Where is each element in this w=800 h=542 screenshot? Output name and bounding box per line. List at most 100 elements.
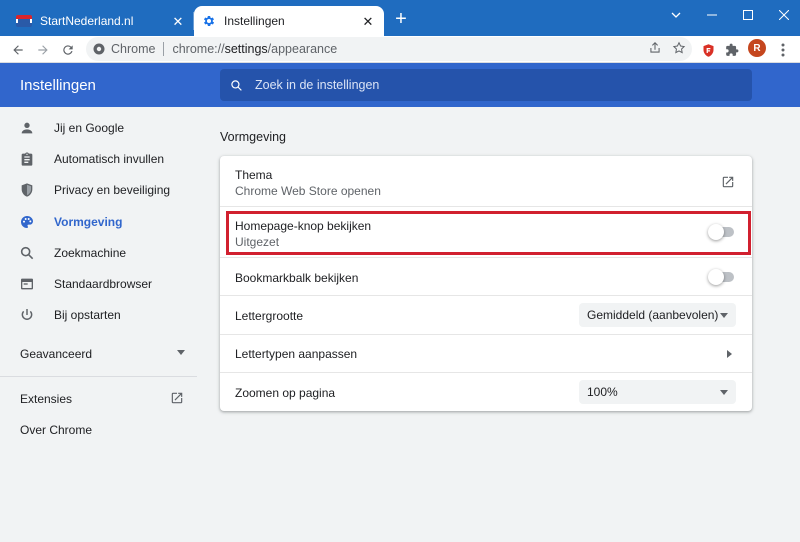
minimize-icon bbox=[707, 14, 717, 16]
search-icon bbox=[19, 245, 35, 261]
browser-window-icon bbox=[19, 276, 35, 292]
minimize-button[interactable] bbox=[694, 0, 730, 30]
chevron-right-icon bbox=[727, 350, 732, 358]
sidebar-divider bbox=[0, 376, 197, 377]
shield-icon bbox=[19, 182, 35, 198]
sidebar-item-label: Vormgeving bbox=[54, 215, 123, 229]
chrome-chip: Chrome bbox=[111, 42, 156, 56]
homepage-label: Homepage-knop bekijken bbox=[235, 219, 372, 233]
sidebar-item-zoekmachine[interactable]: Zoekmachine bbox=[0, 238, 200, 268]
settings-header: Instellingen bbox=[0, 63, 800, 107]
sidebar-item-automatisch-invullen[interactable]: Automatisch invullen bbox=[0, 144, 200, 174]
forward-button[interactable] bbox=[32, 39, 54, 61]
reload-icon bbox=[63, 45, 73, 55]
sidebar-item-over-chrome[interactable]: Over Chrome bbox=[20, 423, 92, 437]
chevron-down-icon bbox=[177, 350, 185, 355]
open-in-new-icon[interactable] bbox=[721, 175, 735, 189]
bookmarks-toggle[interactable] bbox=[708, 269, 734, 285]
page-zoom-label: Zoomen op pagina bbox=[235, 386, 336, 400]
sidebar-item-label: Zoekmachine bbox=[54, 246, 127, 260]
font-size-select[interactable]: Gemiddeld (aanbevolen) bbox=[579, 303, 736, 327]
tab-search-button[interactable] bbox=[658, 0, 694, 30]
tab-title: Instellingen bbox=[224, 14, 285, 28]
sidebar-item-label: Bij opstarten bbox=[54, 308, 121, 322]
sidebar-item-label: Jij en Google bbox=[54, 121, 125, 135]
omnibox-divider bbox=[163, 42, 165, 56]
customize-fonts-row[interactable]: Lettertypen aanpassen bbox=[220, 335, 752, 372]
profile-avatar[interactable]: R bbox=[748, 39, 766, 57]
maximize-button[interactable] bbox=[730, 0, 766, 30]
startnederland-favicon bbox=[16, 15, 32, 27]
arrow-left-icon bbox=[13, 45, 23, 55]
theme-sublabel: Chrome Web Store openen bbox=[235, 184, 381, 198]
url-host: settings bbox=[224, 42, 268, 56]
back-button[interactable] bbox=[7, 39, 29, 61]
dropdown-arrow-icon bbox=[720, 390, 728, 395]
chevron-down-icon bbox=[671, 12, 681, 18]
open-in-new-icon[interactable] bbox=[170, 391, 184, 405]
close-window-button[interactable] bbox=[766, 0, 800, 30]
close-icon bbox=[779, 10, 789, 20]
palette-icon bbox=[19, 214, 35, 230]
address-bar[interactable]: Chrome chrome://settings/appearance bbox=[86, 37, 692, 61]
bookmarks-bar-row[interactable]: Bookmarkbalk bekijken bbox=[220, 258, 752, 295]
page-title: Instellingen bbox=[20, 77, 96, 94]
power-icon bbox=[19, 307, 35, 323]
settings-gear-icon bbox=[202, 14, 216, 28]
tab-startnederland[interactable]: StartNederland.nl ✕ bbox=[8, 6, 194, 36]
sidebar-item-label: Standaardbrowser bbox=[54, 277, 153, 291]
page-zoom-row: Zoomen op pagina 100% bbox=[220, 373, 752, 411]
sidebar-item-standaardbrowser[interactable]: Standaardbrowser bbox=[0, 269, 200, 299]
toggle-knob bbox=[708, 269, 724, 285]
font-size-label: Lettergrootte bbox=[235, 309, 304, 323]
sidebar-item-jij-en-google[interactable]: Jij en Google bbox=[0, 113, 200, 143]
share-icon[interactable] bbox=[648, 41, 662, 55]
sidebar-item-bij-opstarten[interactable]: Bij opstarten bbox=[0, 300, 200, 330]
tab-strip: StartNederland.nl ✕ Instellingen ✕ + bbox=[0, 0, 800, 36]
sidebar-item-label: Privacy en beveiliging bbox=[54, 183, 171, 197]
bookmarks-label: Bookmarkbalk bekijken bbox=[235, 271, 359, 285]
tab-instellingen[interactable]: Instellingen ✕ bbox=[194, 6, 384, 36]
shield-extension-icon bbox=[703, 43, 713, 57]
theme-label: Thema bbox=[235, 168, 273, 182]
theme-row[interactable]: Thema Chrome Web Store openen bbox=[220, 156, 752, 206]
close-tab-icon[interactable]: ✕ bbox=[170, 13, 186, 29]
sidebar-item-geavanceerd[interactable]: Geavanceerd bbox=[20, 347, 185, 361]
close-tab-icon[interactable]: ✕ bbox=[360, 13, 376, 29]
homepage-button-row[interactable]: Homepage-knop bekijken Uitgezet bbox=[220, 207, 752, 257]
homepage-toggle[interactable] bbox=[708, 224, 734, 240]
dropdown-arrow-icon bbox=[720, 313, 728, 318]
search-icon bbox=[230, 79, 243, 92]
omnibox-actions bbox=[648, 41, 686, 55]
reload-button[interactable] bbox=[57, 39, 79, 61]
customize-fonts-label: Lettertypen aanpassen bbox=[235, 347, 358, 361]
settings-content: Jij en Google Automatisch invullen Priva… bbox=[0, 107, 800, 542]
font-size-row: Lettergrootte Gemiddeld (aanbevolen) bbox=[220, 296, 752, 334]
more-vert-icon bbox=[781, 43, 785, 57]
new-tab-button[interactable]: + bbox=[390, 8, 412, 30]
extension-shield-button[interactable] bbox=[697, 39, 719, 61]
puzzle-icon bbox=[726, 43, 739, 56]
url-path: /appearance bbox=[267, 42, 338, 56]
bookmark-star-icon[interactable] bbox=[672, 41, 686, 55]
tab-title: StartNederland.nl bbox=[40, 14, 134, 28]
sidebar-item-extensies[interactable]: Extensies bbox=[20, 392, 72, 406]
sidebar-item-label: Geavanceerd bbox=[20, 347, 93, 361]
page-zoom-value: 100% bbox=[587, 385, 618, 399]
chrome-icon bbox=[93, 43, 105, 55]
url-text: chrome://settings/appearance bbox=[172, 42, 337, 56]
menu-button[interactable] bbox=[772, 39, 794, 61]
url-scheme: chrome:// bbox=[172, 42, 225, 56]
sidebar-item-privacy[interactable]: Privacy en beveiliging bbox=[0, 175, 200, 205]
arrow-right-icon bbox=[38, 45, 48, 55]
extensions-button[interactable] bbox=[721, 39, 743, 61]
appearance-card: Thema Chrome Web Store openen Homepage-k… bbox=[220, 156, 752, 411]
sidebar-item-label: Automatisch invullen bbox=[54, 152, 165, 166]
sidebar-item-vormgeving[interactable]: Vormgeving bbox=[0, 207, 200, 237]
search-input[interactable] bbox=[255, 78, 715, 92]
settings-search-box[interactable] bbox=[220, 69, 752, 101]
clipboard-icon bbox=[19, 151, 35, 167]
person-icon bbox=[19, 120, 35, 136]
toggle-knob bbox=[708, 224, 724, 240]
page-zoom-select[interactable]: 100% bbox=[579, 380, 736, 404]
